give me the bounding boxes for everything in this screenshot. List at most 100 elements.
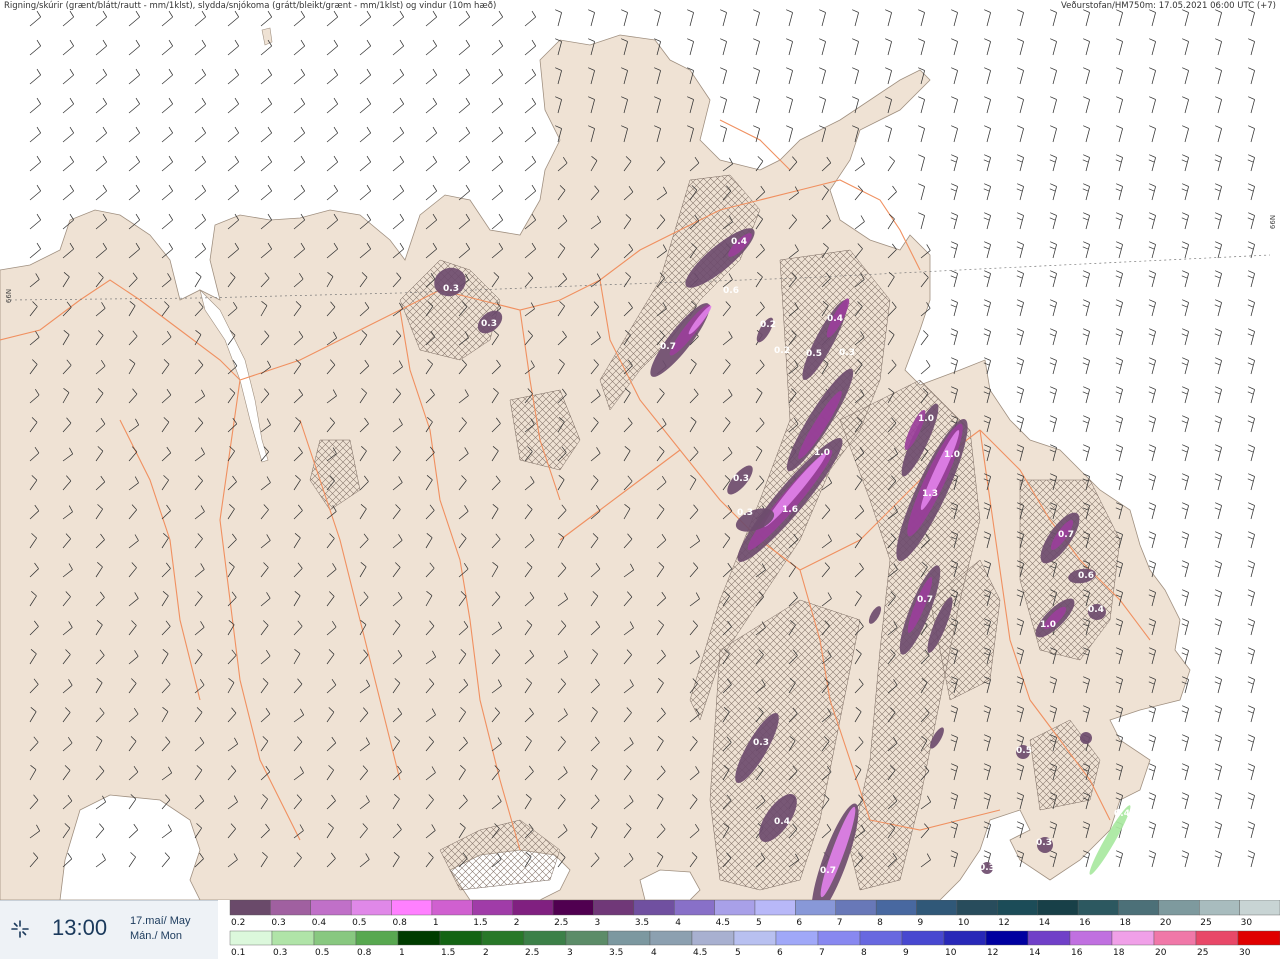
rain-legend-label: 0.5 <box>315 948 329 958</box>
snow-legend-label: 1 <box>433 918 439 928</box>
snow-legend-label: 12 <box>998 918 1009 928</box>
rain-legend-label: 12 <box>987 948 998 958</box>
rain-legend-swatch <box>901 930 945 946</box>
rain-legend-swatch <box>1069 930 1113 946</box>
rain-legend-label: 14 <box>1029 948 1041 958</box>
precip-value-label: 0.7 <box>1058 530 1074 540</box>
rain-legend-swatch <box>565 930 609 946</box>
snow-legend-swatch <box>714 900 756 916</box>
snow-legend-label: 18 <box>1119 918 1131 928</box>
snow-legend-label: 5 <box>756 918 762 928</box>
snow-legend-swatch <box>310 900 352 916</box>
rain-legend-label: 4.5 <box>693 948 707 958</box>
rain-legend-swatch <box>313 930 357 946</box>
rain-legend-label: 9 <box>903 948 909 958</box>
precip-value-label: 0.7 <box>820 866 836 876</box>
rain-legend-swatch <box>1027 930 1071 946</box>
snow-legend-swatch <box>835 900 877 916</box>
snow-legend-label: 20 <box>1160 918 1172 928</box>
snow-legend-label: 0.5 <box>352 918 366 928</box>
rain-legend-swatch <box>817 930 861 946</box>
snow-legend-swatch <box>391 900 433 916</box>
rain-legend-swatch <box>397 930 441 946</box>
snow-legend-label: 1.5 <box>473 918 487 928</box>
latitude-label-left: 66N <box>5 288 14 304</box>
snow-legend-swatch <box>472 900 513 916</box>
precip-value-label: 0.4 <box>1114 809 1130 819</box>
snow-legend-swatch <box>875 900 917 916</box>
precip-value-label: 0.4 <box>774 817 790 827</box>
rain-legend-label: 16 <box>1071 948 1083 958</box>
precip-value-label: 0.3 <box>481 319 497 329</box>
precip-band <box>1080 732 1092 744</box>
rain-legend-label: 1.5 <box>441 948 455 958</box>
rain-legend-swatch <box>355 930 399 946</box>
rain-legend-label: 25 <box>1197 948 1208 958</box>
sun-icon <box>11 920 29 938</box>
precip-value-label: 0.2 <box>760 320 776 330</box>
precip-value-label: 0.2 <box>774 346 790 356</box>
precip-value-label: 0.3 <box>737 508 753 518</box>
precip-value-label: 0.6 <box>1078 571 1094 581</box>
snow-legend-label: 8 <box>877 918 883 928</box>
snow-legend-label: 2.5 <box>554 918 568 928</box>
rain-legend-swatch <box>775 930 819 946</box>
snow-legend-swatch <box>795 900 836 916</box>
snow-legend-label: 7 <box>837 918 843 928</box>
latitude-label-right: 66N <box>1269 214 1278 230</box>
rain-legend-label: 6 <box>777 948 783 958</box>
precip-value-label: 0.3 <box>979 863 995 873</box>
precip-value-label: 1.0 <box>918 414 934 424</box>
rain-legend-label: 3.5 <box>609 948 623 958</box>
precip-value-label: 0.4 <box>1088 605 1104 615</box>
snow-legend-swatch <box>1199 900 1240 916</box>
rain-legend-swatch <box>943 930 987 946</box>
legend-canvas: 0.2 0.3 0.4 0.5 0.8 1 1.5 2 2.5 3 3.5 4 4.5 5 6 7 8 9 10 12… <box>229 900 1280 958</box>
snow-legend-swatch <box>1118 900 1160 916</box>
rain-legend-swatch <box>1111 930 1155 946</box>
snow-legend-label: 16 <box>1079 918 1091 928</box>
time-panel: 13:00 17.maí/ May Mán./ Mon <box>0 900 218 959</box>
precip-value-label: 0.5 <box>1016 746 1032 756</box>
snow-legend-swatch <box>916 900 958 916</box>
snow-legend-label: 4.5 <box>716 918 730 928</box>
color-legend: 0.2 0.3 0.4 0.5 0.8 1 1.5 2 2.5 3 3.5 4 4.5 5 6 7 8 9 10 12… <box>218 900 1280 958</box>
snow-legend-label: 3 <box>594 918 600 928</box>
snow-legend-label: 2 <box>514 918 520 928</box>
rain-legend-label: 10 <box>945 948 957 958</box>
weather-map[interactable]: 0.3 0.3 0.4 0.6 0.7 0.2 0.2 0.4 0.5 0.3 1.0 0.3 0.3 1… <box>0 0 1280 917</box>
snow-legend-swatch <box>229 900 271 916</box>
precip-value-label: 0.3 <box>1036 838 1052 848</box>
rain-legend-swatch <box>985 930 1029 946</box>
forecast-date: 17.maí/ May <box>130 915 191 927</box>
rain-legend-swatch <box>733 930 777 946</box>
snow-legend-label: 0.2 <box>231 918 245 928</box>
rain-legend-swatch <box>523 930 567 946</box>
rain-legend-swatch <box>607 930 651 946</box>
snow-legend-label: 0.3 <box>271 918 285 928</box>
rain-legend-swatch <box>691 930 735 946</box>
rain-legend-swatch <box>481 930 525 946</box>
rain-legend-label: 18 <box>1113 948 1125 958</box>
precip-value-label: 0.6 <box>723 286 739 296</box>
snow-legend-swatch <box>1077 900 1119 916</box>
precip-value-label: 1.6 <box>782 505 798 515</box>
snow-legend-swatch <box>1239 900 1280 916</box>
rain-legend-swatch <box>1195 930 1239 946</box>
snow-legend: 0.2 0.3 0.4 0.5 0.8 1 1.5 2 2.5 3 3.5 4 4.5 5 6 7 8 9 10 12… <box>229 900 1280 928</box>
snow-legend-label: 10 <box>958 918 970 928</box>
rain-legend-label: 0.3 <box>273 948 287 958</box>
rain-legend-swatch <box>439 930 483 946</box>
rain-legend-swatch <box>229 930 273 946</box>
snow-legend-swatch <box>552 900 594 916</box>
rain-legend-label: 2.5 <box>525 948 539 958</box>
precip-value-label: 0.3 <box>753 738 769 748</box>
snow-legend-swatch <box>997 900 1038 916</box>
precip-value-label: 0.7 <box>917 595 933 605</box>
rain-legend-label: 0.8 <box>357 948 372 958</box>
snow-legend-swatch <box>270 900 311 916</box>
snow-legend-label: 30 <box>1241 918 1253 928</box>
snow-legend-swatch <box>633 900 675 916</box>
snow-legend-swatch <box>674 900 715 916</box>
precip-value-label: 1.0 <box>1040 620 1056 630</box>
